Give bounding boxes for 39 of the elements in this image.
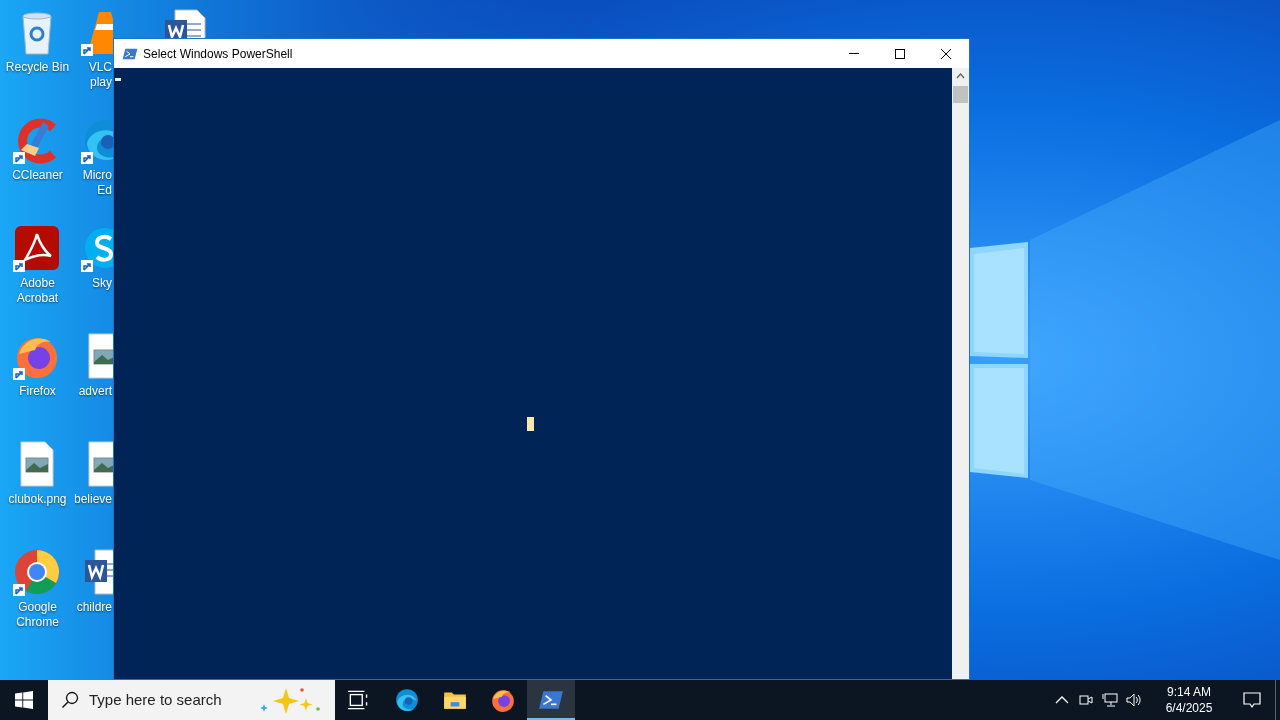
icon-label: clubok.png: [8, 492, 67, 507]
icon-label: VLC: [88, 60, 112, 75]
icon-label: Sky: [92, 276, 112, 291]
icon-label: Firefox: [19, 384, 56, 399]
windows-logo-icon: [15, 691, 33, 709]
search-box[interactable]: Type here to search: [48, 680, 335, 720]
icon-label: Micro: [82, 168, 112, 183]
text-cursor: [527, 417, 534, 431]
speech-bubble-icon: [1242, 690, 1262, 710]
clock-time: 9:14 AM: [1167, 684, 1211, 700]
firefox-icon: [490, 687, 516, 713]
icon-label: play: [90, 75, 112, 90]
icon-label: Google: [18, 600, 57, 615]
clock-date: 6/4/2025: [1165, 700, 1213, 716]
search-icon: [61, 691, 79, 709]
edge-icon: [394, 687, 420, 713]
network-icon: [1101, 691, 1119, 709]
close-icon: [941, 48, 951, 59]
icon-label: Recycle Bin: [5, 60, 70, 75]
icon-label: CCleaner: [12, 168, 63, 183]
scrollbar[interactable]: [952, 68, 969, 679]
icon-label: Acrobat: [16, 291, 59, 306]
minimize-icon: [849, 53, 859, 54]
icon-label: Ed: [97, 183, 112, 198]
acrobat-icon: [13, 224, 61, 272]
icon-label: Adobe: [20, 276, 55, 291]
icon-label: childre: [76, 600, 112, 615]
window-title: Select Windows PowerShell: [143, 45, 294, 63]
volume-icon: [1125, 691, 1143, 709]
text-cursor: [115, 78, 121, 81]
scrollbar-thumb[interactable]: [953, 86, 968, 103]
scroll-up-icon: [956, 73, 965, 79]
icon-label: advert: [78, 384, 112, 399]
maximize-icon: [895, 48, 905, 59]
icon-label: believe: [75, 492, 112, 507]
taskbar-app-button[interactable]: [527, 680, 575, 720]
chrome-icon: [13, 548, 61, 596]
search-field[interactable]: Type here to search: [89, 688, 254, 712]
icon-label: Chrome: [16, 615, 59, 630]
